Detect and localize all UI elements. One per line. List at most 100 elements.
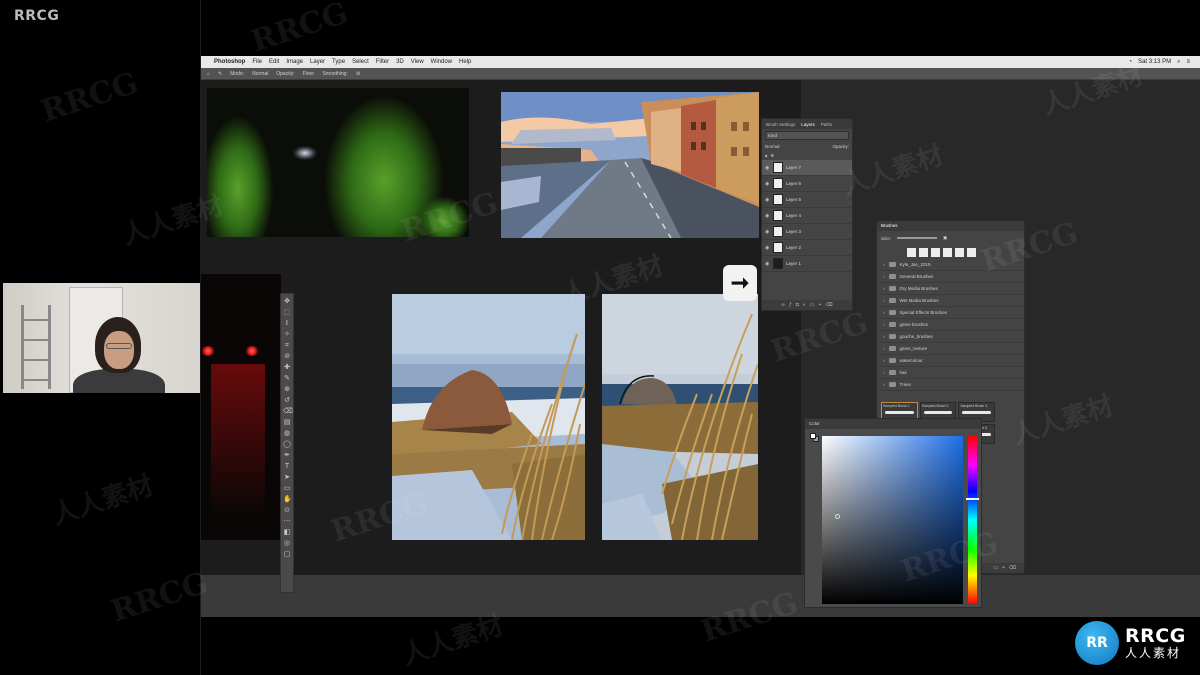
new-brush-icon[interactable]: + bbox=[1002, 565, 1005, 571]
brush-folder[interactable]: › hair bbox=[877, 367, 1024, 379]
stamp-icon[interactable]: ⊕ bbox=[283, 386, 291, 394]
mode-select[interactable]: Normal bbox=[252, 71, 268, 77]
menu-item[interactable]: Select bbox=[352, 59, 369, 65]
healing-icon[interactable]: ✚ bbox=[283, 364, 291, 372]
trash-icon[interactable]: ⌫ bbox=[1009, 565, 1016, 571]
layer-row[interactable]: ◉ Layer 5 bbox=[762, 192, 852, 208]
chevron-right-icon[interactable]: › bbox=[883, 346, 885, 351]
visibility-eye-icon[interactable]: ◉ bbox=[765, 181, 770, 187]
chevron-right-icon[interactable]: › bbox=[883, 322, 885, 327]
brush-folder[interactable]: › game_texture bbox=[877, 343, 1024, 355]
tab-brush-settings[interactable]: Brush Settings bbox=[766, 122, 795, 127]
recent-brush[interactable] bbox=[967, 247, 976, 257]
menu-item[interactable]: Image bbox=[286, 59, 303, 65]
dodge-icon[interactable]: ◯ bbox=[283, 441, 291, 449]
brush-options-icon[interactable]: ▣ bbox=[943, 235, 947, 241]
visibility-eye-icon[interactable]: ◉ bbox=[765, 165, 770, 171]
blur-icon[interactable]: ◍ bbox=[283, 430, 291, 438]
menu-item[interactable]: Layer bbox=[310, 59, 325, 65]
hue-slider-handle[interactable] bbox=[966, 498, 979, 500]
brush-size-slider[interactable] bbox=[897, 237, 938, 239]
reference-image-street[interactable] bbox=[501, 92, 759, 238]
new-layer-icon[interactable]: + bbox=[819, 302, 822, 308]
layer-filter-select[interactable]: Kind bbox=[765, 131, 849, 140]
chevron-right-icon[interactable]: › bbox=[883, 382, 885, 387]
layer-row[interactable]: ◉ Layer 1 bbox=[762, 256, 852, 272]
menu-item[interactable]: Filter bbox=[376, 59, 389, 65]
chevron-right-icon[interactable]: › bbox=[883, 298, 885, 303]
recent-brush[interactable] bbox=[919, 247, 928, 257]
chevron-right-icon[interactable]: › bbox=[883, 310, 885, 315]
ps-canvas-area[interactable]: ➞ ✥ ⬚ ℓ ✧ ⌗ ⊘ ✚ ✎ ⊕ ↺ ⌫ ▤ ◍ ◯ ✒ T ➤ ▭ ✋ ⊙ ⋯ ◧ ◎ ▢ Brush Setting… bbox=[201, 80, 1200, 617]
color-picker-marker[interactable] bbox=[835, 514, 840, 519]
crop-icon[interactable]: ⌗ bbox=[283, 342, 291, 350]
screen-mode-icon[interactable]: ▢ bbox=[283, 551, 291, 559]
layer-row[interactable]: ◉ Layer 4 bbox=[762, 208, 852, 224]
type-icon[interactable]: T bbox=[283, 463, 291, 471]
visibility-eye-icon[interactable]: ◉ bbox=[765, 261, 770, 267]
reference-image-taillights[interactable] bbox=[201, 274, 281, 540]
brush-icon[interactable]: ✎ bbox=[283, 375, 291, 383]
recent-brush[interactable] bbox=[907, 247, 916, 257]
recent-brush[interactable] bbox=[943, 247, 952, 257]
visibility-eye-icon[interactable]: ◉ bbox=[765, 245, 770, 251]
brush-folder[interactable]: › General Brushes bbox=[877, 271, 1024, 283]
brush-folder[interactable]: › Dry Media Brushes bbox=[877, 283, 1024, 295]
menu-item[interactable]: Edit bbox=[269, 59, 279, 65]
mask-icon[interactable]: ◘ bbox=[796, 302, 799, 308]
chevron-right-icon[interactable]: › bbox=[883, 274, 885, 279]
brush-folder[interactable]: › game brushes bbox=[877, 319, 1024, 331]
brush-folder[interactable]: › Wet Media Brushes bbox=[877, 295, 1024, 307]
menu-item[interactable]: File bbox=[252, 59, 262, 65]
brush-folder[interactable]: › gouche_brushes bbox=[877, 331, 1024, 343]
link-icon[interactable]: ∞ bbox=[781, 302, 785, 308]
chevron-right-icon[interactable]: › bbox=[883, 358, 885, 363]
eraser-icon[interactable]: ⌫ bbox=[283, 408, 293, 416]
lasso-icon[interactable]: ℓ bbox=[283, 320, 291, 328]
lock-move-icon[interactable]: ✥ bbox=[770, 153, 774, 159]
fg-bg-swatches[interactable] bbox=[810, 433, 820, 443]
menu-list-icon[interactable]: ≡ bbox=[1186, 59, 1190, 66]
menu-item[interactable]: Window bbox=[431, 59, 452, 65]
history-brush-icon[interactable]: ↺ bbox=[283, 397, 291, 405]
fg-bg-swatch-icon[interactable]: ◧ bbox=[283, 529, 291, 537]
wifi-icon[interactable]: ◔ bbox=[1128, 59, 1132, 66]
shape-icon[interactable]: ▭ bbox=[283, 485, 291, 493]
saturation-brightness-field[interactable] bbox=[822, 436, 963, 604]
folder-icon[interactable]: ▭ bbox=[810, 302, 815, 308]
painting-beach-study-2[interactable] bbox=[602, 294, 758, 540]
menu-item[interactable]: Type bbox=[332, 59, 345, 65]
chevron-right-icon[interactable]: › bbox=[883, 370, 885, 375]
recent-brush[interactable] bbox=[931, 247, 940, 257]
menu-item[interactable]: 3D bbox=[396, 59, 404, 65]
menu-app-name[interactable]: Photoshop bbox=[214, 59, 245, 65]
path-select-icon[interactable]: ➤ bbox=[283, 474, 291, 482]
adjustment-icon[interactable]: ◐ bbox=[803, 302, 806, 308]
gear-icon[interactable]: ⚙ bbox=[356, 71, 360, 77]
trash-icon[interactable]: ⌫ bbox=[826, 302, 833, 308]
eyedropper-icon[interactable]: ⊘ bbox=[283, 353, 291, 361]
lock-icon[interactable]: 🔒︎ bbox=[765, 153, 767, 158]
hand-icon[interactable]: ✋ bbox=[283, 496, 292, 504]
home-icon[interactable]: ⌂ bbox=[207, 71, 210, 77]
hue-slider[interactable] bbox=[966, 436, 979, 604]
visibility-eye-icon[interactable]: ◉ bbox=[765, 229, 770, 235]
gradient-icon[interactable]: ▤ bbox=[283, 419, 291, 427]
new-group-icon[interactable]: ▭ bbox=[993, 565, 998, 571]
blend-mode-select[interactable]: Normal bbox=[765, 144, 780, 149]
layer-row[interactable]: ◉ Layer 7 bbox=[762, 160, 852, 176]
search-icon[interactable]: ⌕ bbox=[1177, 59, 1180, 66]
chevron-right-icon[interactable]: › bbox=[883, 286, 885, 291]
quickmask-icon[interactable]: ◎ bbox=[283, 540, 291, 548]
brush-folder[interactable]: › Trees bbox=[877, 379, 1024, 391]
layer-row[interactable]: ◉ Layer 3 bbox=[762, 224, 852, 240]
more-icon[interactable]: ⋯ bbox=[283, 518, 291, 526]
menu-item[interactable]: View bbox=[411, 59, 424, 65]
quick-select-icon[interactable]: ✧ bbox=[283, 331, 291, 339]
painting-beach-study-1[interactable] bbox=[392, 294, 585, 540]
brush-folder[interactable]: › watercolour bbox=[877, 355, 1024, 367]
layer-row[interactable]: ◉ Layer 2 bbox=[762, 240, 852, 256]
marquee-icon[interactable]: ⬚ bbox=[283, 309, 291, 317]
chevron-right-icon[interactable]: › bbox=[883, 334, 885, 339]
brush-folder[interactable]: › Kyle_Jan_2019 bbox=[877, 259, 1024, 271]
